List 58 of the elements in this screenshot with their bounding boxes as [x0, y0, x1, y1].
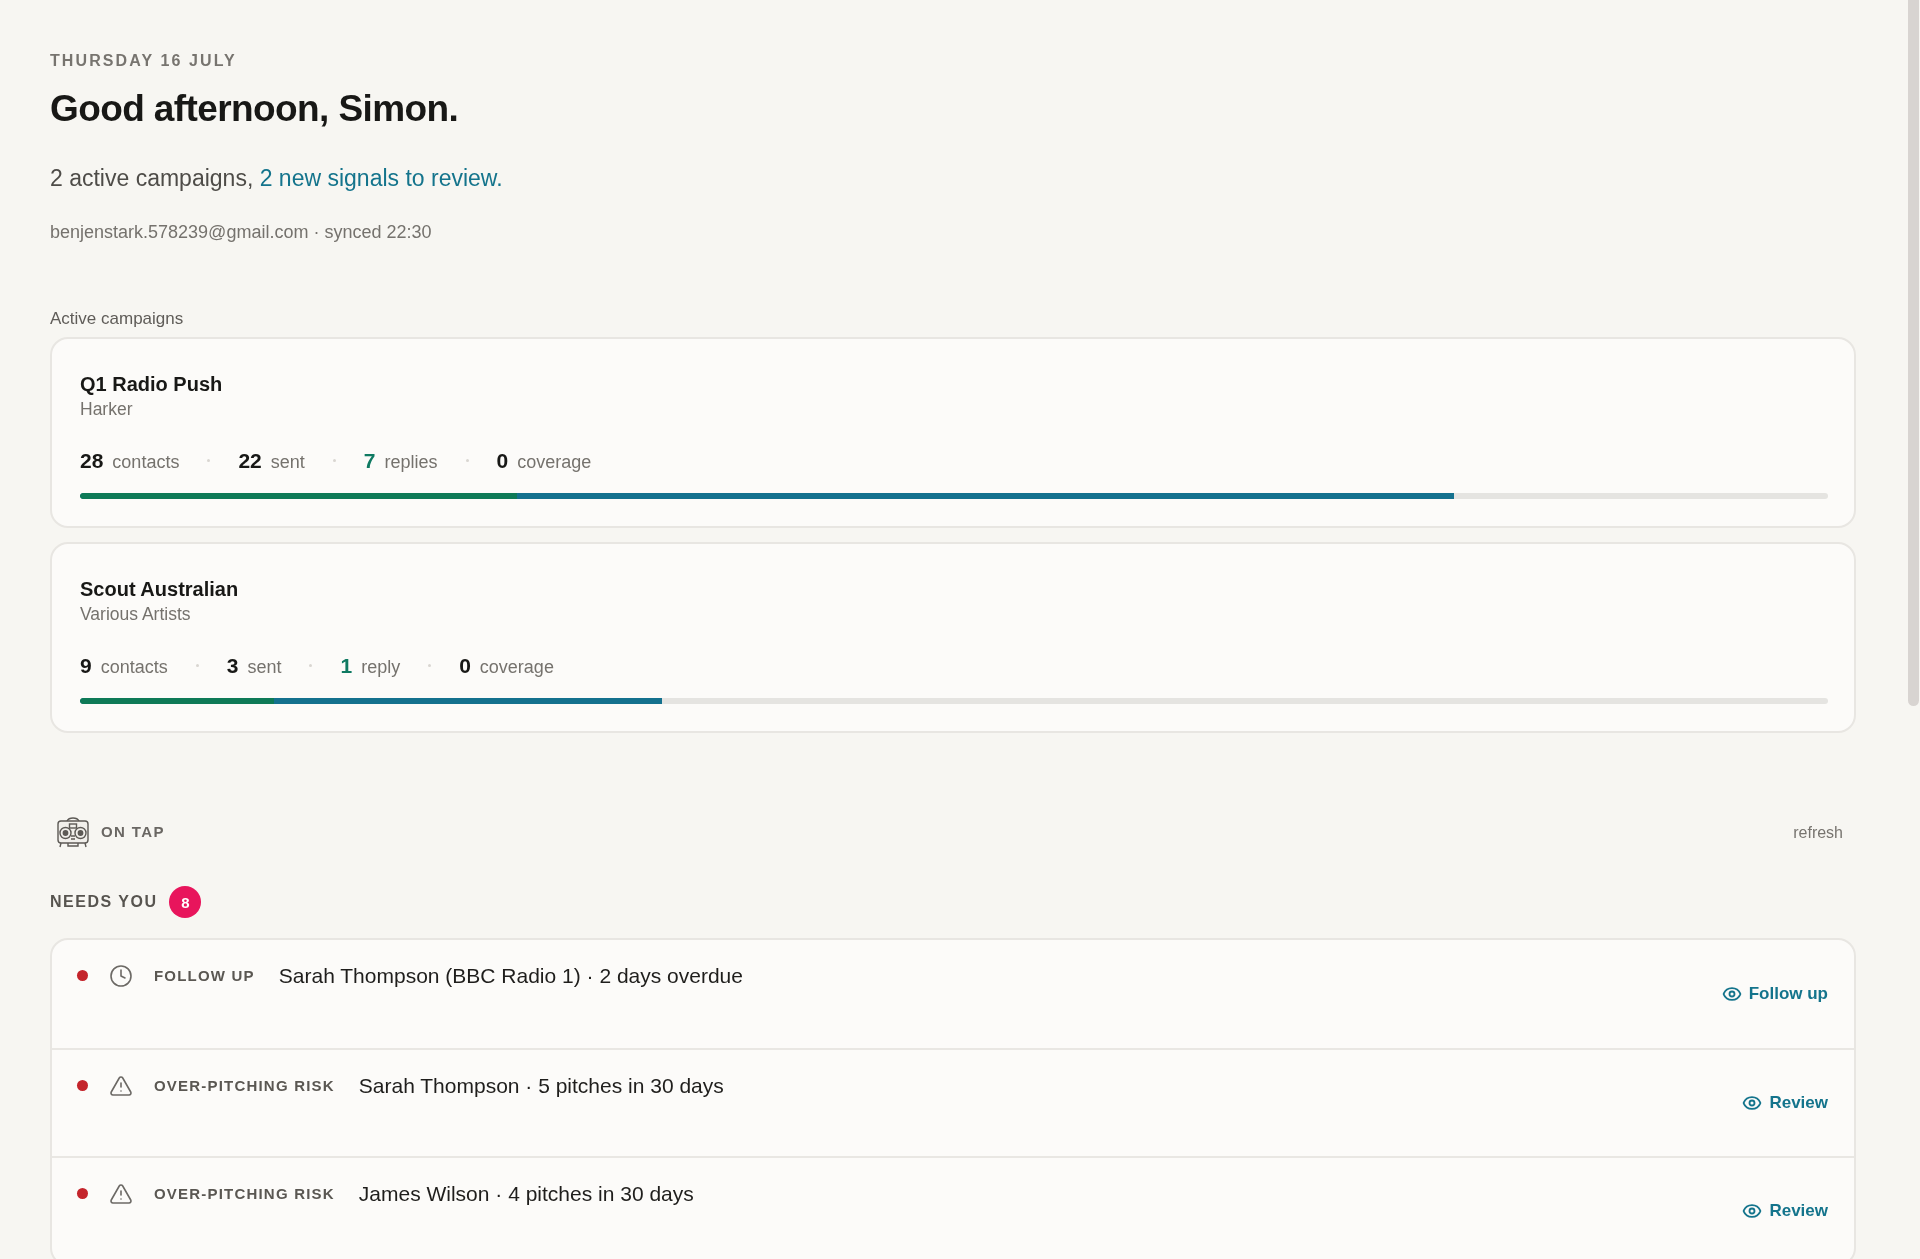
- stat-value: 9: [80, 653, 92, 678]
- signals-link[interactable]: 2 new signals to review.: [259, 165, 503, 191]
- account-sync-text: benjenstark.578239@gmail.com · synced 22:30: [50, 221, 432, 243]
- clock-icon: [109, 963, 133, 988]
- campaign-artist: Harker: [80, 399, 133, 420]
- stat-label: contacts: [112, 451, 180, 473]
- eye-icon: [1742, 1093, 1763, 1113]
- boombox-speakers-icon: [56, 815, 90, 849]
- stat-label: replies: [384, 451, 438, 473]
- stat-value: 0: [496, 448, 509, 473]
- stat-label: coverage: [479, 656, 554, 678]
- refresh-link[interactable]: refresh: [1793, 822, 1843, 842]
- section-title: NEEDS YOU: [50, 892, 158, 912]
- greeting-heading: Good afternoon, Simon.: [50, 87, 459, 131]
- campaign-title: Q1 Radio Push: [80, 372, 223, 396]
- stat-label: sent: [270, 451, 305, 473]
- campaign-card[interactable]: Scout Australian Various Artists 9 contacts 3 sent 1 reply 0 coverage: [50, 542, 1856, 733]
- separator-dot-icon: [195, 664, 199, 667]
- stat-value: 7: [363, 448, 376, 473]
- stat-label: sent: [247, 656, 282, 678]
- signal-action-button[interactable]: Review: [1742, 1089, 1828, 1117]
- stat-value: 22: [238, 448, 262, 473]
- signal-row[interactable]: OVER-PITCHING RISK Sarah Thompson · 5 pitches in 30 days Review: [52, 1048, 1854, 1156]
- signal-row[interactable]: FOLLOW UP Sarah Thompson (BBC Radio 1) · 2 days overdue Follow up: [52, 940, 1854, 1048]
- signal-row[interactable]: OVER-PITCHING RISK James Wilson · 4 pitches in 30 days Review: [52, 1156, 1854, 1259]
- signal-description: Sarah Thompson (BBC Radio 1) · 2 days overdue: [278, 963, 743, 988]
- campaign-card[interactable]: Q1 Radio Push Harker 28 contacts 22 sent 7 replies 0 coverage: [50, 337, 1856, 528]
- separator-dot-icon: [207, 459, 211, 462]
- signal-description: James Wilson · 4 pitches in 30 days: [358, 1181, 694, 1206]
- signal-type-label: FOLLOW UP: [154, 965, 255, 986]
- signal-action-button[interactable]: Follow up: [1721, 980, 1828, 1008]
- section-label: Active campaigns: [50, 309, 184, 329]
- stat-label: reply: [361, 656, 401, 678]
- signal-action-button[interactable]: Review: [1742, 1197, 1828, 1225]
- separator-dot-icon: [465, 459, 469, 462]
- stat-value: 3: [226, 653, 239, 678]
- campaign-artist: Various Artists: [80, 604, 191, 625]
- signal-type-label: OVER-PITCHING RISK: [154, 1183, 335, 1204]
- count-badge: 8: [169, 886, 202, 918]
- stat-label: contacts: [100, 656, 168, 678]
- date-label: THURSDAY 16 JULY: [50, 51, 237, 70]
- stat-label: coverage: [517, 451, 592, 473]
- eye-icon: [1721, 984, 1742, 1004]
- scrollbar-thumb[interactable]: [1908, 0, 1919, 706]
- section-title: ON TAP: [101, 823, 165, 841]
- stat-value: 0: [459, 653, 471, 678]
- separator-dot-icon: [428, 664, 432, 667]
- summary-text: 2 active campaigns, 2 new signals to review.: [50, 164, 503, 192]
- signal-type-label: OVER-PITCHING RISK: [154, 1075, 335, 1096]
- campaign-title: Scout Australian: [80, 577, 239, 601]
- signal-description: Sarah Thompson · 5 pitches in 30 days: [358, 1073, 724, 1098]
- stat-value: 28: [80, 448, 104, 473]
- separator-dot-icon: [309, 664, 313, 667]
- stat-value: 1: [340, 653, 353, 678]
- separator-dot-icon: [332, 459, 336, 462]
- warning-icon: [109, 1181, 133, 1206]
- eye-icon: [1742, 1201, 1763, 1221]
- warning-icon: [109, 1073, 133, 1098]
